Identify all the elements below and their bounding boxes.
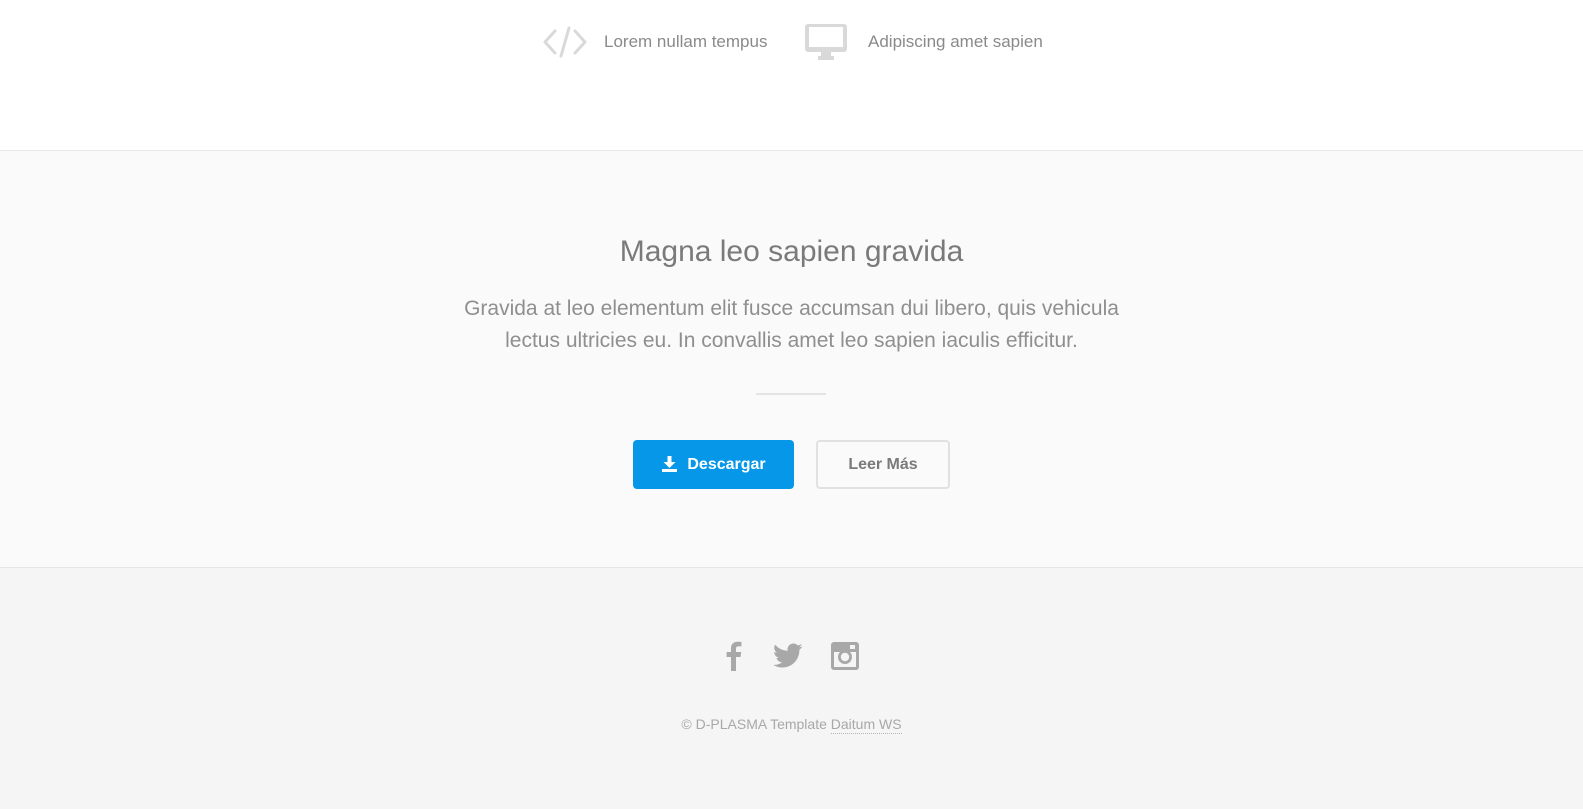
copyright: © D-PLASMA Template Daitum WS <box>0 716 1583 734</box>
read-more-button[interactable]: Leer Más <box>816 440 950 489</box>
code-icon <box>543 20 587 64</box>
copyright-text: © D-PLASMA Template <box>681 716 827 732</box>
copyright-link[interactable]: Daitum WS <box>830 716 902 734</box>
feature-label: Adipiscing amet sapien <box>868 32 1043 51</box>
cta-text: Gravida at leo elementum elit fusce accu… <box>464 297 1119 352</box>
desktop-icon <box>804 20 848 64</box>
footer: © D-PLASMA Template Daitum WS <box>0 568 1583 809</box>
download-icon <box>661 456 678 473</box>
instagram-icon[interactable] <box>829 640 861 672</box>
twitter-icon[interactable] <box>771 640 805 672</box>
divider <box>756 393 826 395</box>
cta-section: Magna leo sapien gravida Gravida at leo … <box>0 151 1583 568</box>
cta-title: Magna leo sapien gravida <box>619 235 964 268</box>
feature-item: Adipiscing amet sapien <box>804 18 1043 66</box>
download-button[interactable]: Descargar <box>633 440 794 489</box>
feature-item: Lorem nullam tempus <box>543 18 767 66</box>
facebook-icon[interactable] <box>718 640 750 672</box>
read-more-button-label: Leer Más <box>848 455 918 473</box>
download-button-label: Descargar <box>687 455 766 473</box>
features-strip: Lorem nullam tempus Adipiscing amet sapi… <box>0 0 1583 151</box>
feature-label: Lorem nullam tempus <box>604 32 768 51</box>
